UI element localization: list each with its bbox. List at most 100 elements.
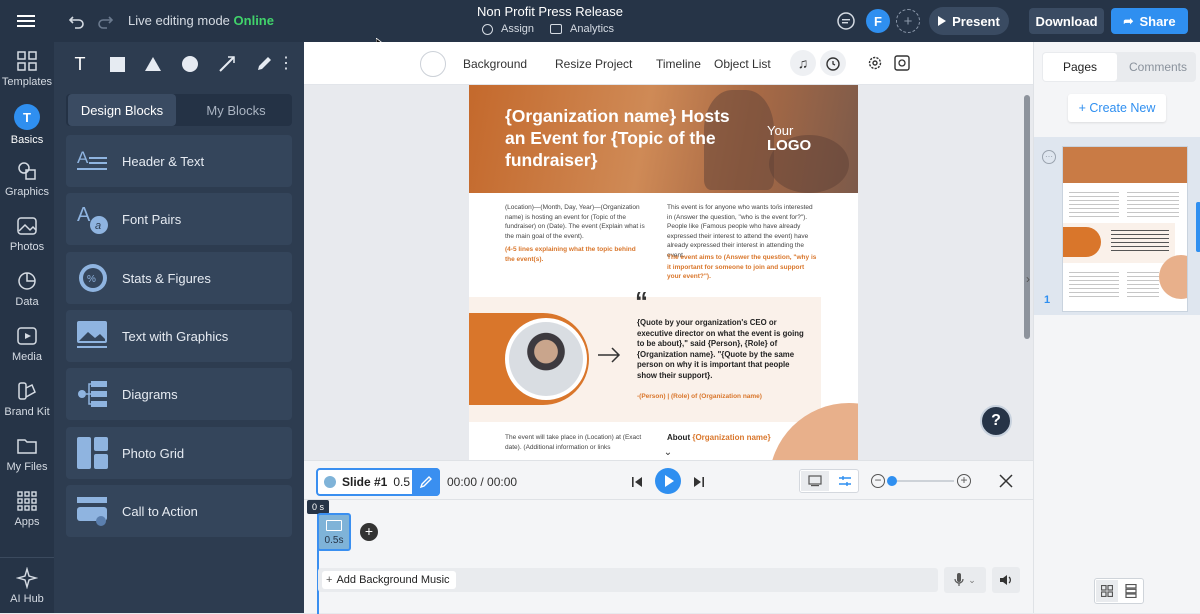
add-collaborator-icon[interactable]: +	[896, 9, 920, 33]
comment-icon[interactable]	[836, 11, 856, 31]
line-tool-icon[interactable]	[212, 52, 242, 76]
rail-item-media[interactable]: Media	[0, 325, 54, 363]
block-photo-grid[interactable]: Photo Grid	[66, 427, 292, 479]
triangle-tool-icon[interactable]	[138, 52, 168, 76]
timeline-view-toggle	[799, 469, 859, 493]
blocks-tabs: Design Blocks My Blocks	[66, 94, 292, 126]
pie-chart-icon	[18, 272, 36, 290]
resize-project-button[interactable]: Resize Project	[555, 42, 632, 85]
expand-right-panel-chevron-icon[interactable]: ›	[1026, 272, 1036, 286]
scroll-down-chevron-icon[interactable]: ⌄	[661, 447, 675, 458]
svg-text:A: A	[77, 148, 89, 167]
list-view-icon[interactable]	[1120, 580, 1142, 602]
object-list-button[interactable]: Object List	[714, 42, 771, 85]
circle-tool-icon[interactable]	[175, 52, 205, 76]
rectangle-tool-icon[interactable]	[102, 52, 132, 76]
download-button[interactable]: Download	[1029, 8, 1104, 34]
rail-item-ai-hub[interactable]: AI Hub	[0, 567, 54, 605]
rail-item-my-files[interactable]: My Files	[0, 435, 54, 473]
blocks-panel: T ⋮ Design Blocks My Blocks A Header & T…	[54, 42, 304, 613]
block-font-pairs[interactable]: Aa Font Pairs	[66, 193, 292, 245]
play-button[interactable]	[655, 468, 681, 494]
hamburger-menu-icon[interactable]	[16, 12, 38, 30]
block-diagrams[interactable]: Diagrams	[66, 368, 292, 420]
block-stats-figures[interactable]: % Stats & Figures	[66, 252, 292, 304]
play-icon	[938, 16, 947, 26]
block-call-to-action[interactable]: Call to Action	[66, 485, 292, 537]
doc-col2-highlight: The event aims to (Answer the question, …	[667, 254, 817, 280]
doc-col1-highlight: (4-5 lines explaining what the topic beh…	[505, 246, 636, 263]
zoom-slider-handle[interactable]	[887, 476, 897, 486]
about-highlight: {Organization name}	[692, 433, 771, 442]
undo-icon[interactable]	[68, 12, 86, 30]
playhead-marker: 0 s	[307, 500, 329, 514]
help-button[interactable]: ?	[980, 405, 1012, 437]
thumb-text-lines	[1069, 189, 1119, 219]
rail-item-templates[interactable]: Templates	[0, 50, 54, 88]
svg-text:%: %	[87, 274, 96, 285]
thumb-text-lines	[1127, 189, 1179, 219]
skip-back-icon[interactable]	[631, 475, 643, 489]
thumb-text-lines	[1127, 269, 1159, 297]
assign-button[interactable]: Assign	[482, 23, 534, 35]
tracks-view-icon[interactable]	[831, 471, 859, 491]
page-options-icon[interactable]: ⋯	[1042, 150, 1056, 164]
present-button[interactable]: Present	[929, 7, 1009, 35]
volume-icon[interactable]	[992, 567, 1020, 593]
avatar[interactable]: F	[866, 9, 890, 33]
rail-item-data[interactable]: Data	[0, 270, 54, 308]
edit-slide-pencil-icon[interactable]	[412, 468, 440, 496]
close-timeline-icon[interactable]	[998, 473, 1014, 489]
block-text-with-graphics[interactable]: Text with Graphics	[66, 310, 292, 362]
zoom-out-icon[interactable]: −	[871, 474, 885, 488]
background-button[interactable]: Background	[463, 42, 527, 85]
doc-col1-text: (Location)—(Month, Day, Year)—(Organizat…	[505, 204, 645, 240]
tab-design-blocks[interactable]: Design Blocks	[68, 94, 176, 126]
alarm-clock-icon[interactable]	[820, 50, 846, 76]
add-slide-icon[interactable]: +	[360, 523, 378, 541]
rail-item-apps[interactable]: Apps	[0, 490, 54, 528]
canvas-scrollbar[interactable]	[1024, 95, 1030, 339]
slide-thumbnail[interactable]: 0.5s	[317, 513, 351, 551]
share-button[interactable]: ➦ Share	[1111, 8, 1188, 34]
rail-item-basics[interactable]: T Basics	[0, 104, 54, 146]
text-tool-icon[interactable]: T	[65, 52, 95, 76]
pen-tool-icon[interactable]	[249, 52, 279, 76]
rail-item-brand-kit[interactable]: Brand Kit	[0, 380, 54, 418]
doc-bottom-left: The event will take place in (Location) …	[505, 434, 642, 451]
document-page[interactable]: {Organization name} Hosts an Event for {…	[469, 85, 858, 460]
settings-gear-icon[interactable]	[867, 55, 883, 71]
stats-icon: %	[76, 262, 110, 294]
redo-icon[interactable]	[96, 12, 114, 30]
zoom-in-icon[interactable]: +	[957, 474, 971, 488]
rail-item-photos[interactable]: Photos	[0, 215, 54, 253]
tab-pages[interactable]: Pages	[1043, 53, 1117, 81]
tab-my-blocks[interactable]: My Blocks	[182, 94, 290, 126]
call-to-action-icon	[76, 495, 110, 527]
tab-comments[interactable]: Comments	[1122, 53, 1194, 81]
page-thumbnail[interactable]	[1062, 146, 1188, 312]
logo-bottom: LOGO	[767, 137, 812, 154]
project-title[interactable]: Non Profit Press Release	[470, 4, 630, 19]
block-label: Header & Text	[122, 153, 205, 169]
skip-forward-icon[interactable]	[693, 475, 705, 489]
slide-view-icon[interactable]	[801, 471, 829, 491]
analytics-button[interactable]: Analytics	[550, 23, 614, 35]
block-label: Text with Graphics	[122, 328, 229, 344]
music-note-icon[interactable]: ♫	[790, 50, 816, 76]
more-tools-icon[interactable]: ⋮	[278, 52, 294, 76]
zoom-slider-track[interactable]	[888, 480, 954, 482]
magic-search-icon[interactable]	[894, 55, 910, 71]
rail-item-graphics[interactable]: Graphics	[0, 160, 54, 198]
rail-label: AI Hub	[10, 593, 44, 605]
block-header-text[interactable]: A Header & Text	[66, 135, 292, 187]
block-label: Stats & Figures	[122, 270, 211, 286]
microphone-button[interactable]: ⌄	[944, 567, 986, 593]
background-color-swatch[interactable]	[420, 51, 446, 77]
block-label: Call to Action	[122, 503, 198, 519]
grid-view-icon[interactable]	[1096, 580, 1118, 602]
create-new-button[interactable]: + Create New	[1068, 94, 1166, 122]
logo: Your LOGO	[767, 123, 811, 153]
add-background-music-button[interactable]: + Add Background Music	[322, 571, 456, 589]
timeline-button[interactable]: Timeline	[656, 42, 701, 85]
